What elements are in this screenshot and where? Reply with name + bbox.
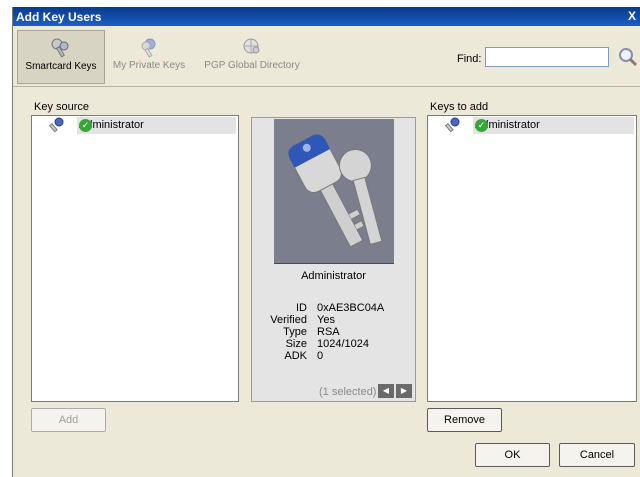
next-arrow-icon[interactable]: ▶	[396, 384, 412, 398]
tab-my-private-keys[interactable]: My Private Keys	[109, 30, 189, 82]
tab-label: PGP Global Directory	[204, 60, 300, 71]
tab-label: Smartcard Keys	[25, 61, 97, 72]
property-row: ADK 0	[284, 350, 324, 362]
key-preview-panel: Administrator ID 0xAE3BC04A Verified Yes T…	[251, 117, 416, 402]
close-button[interactable]: X	[625, 9, 639, 23]
preview-key-name: Administrator	[301, 270, 366, 282]
key-properties: ID 0xAE3BC04A Verified Yes Type RSA Size 102…	[252, 302, 415, 362]
selection-count: (1 selected)	[319, 386, 377, 398]
window-title: Add Key Users	[16, 10, 102, 24]
remove-button[interactable]: Remove	[427, 408, 502, 432]
cancel-button[interactable]: Cancel	[559, 443, 635, 467]
keys-to-add-list[interactable]: Administrator ✓	[427, 115, 637, 402]
property-row: Size 1024/1024	[285, 338, 369, 350]
key-source-label: Key source	[34, 101, 90, 113]
key-icon	[49, 117, 64, 133]
keys-to-add-label: Keys to add	[430, 101, 489, 113]
toolbar: Smartcard Keys My Private Keys PGP Globa…	[13, 26, 640, 87]
search-icon[interactable]	[617, 46, 639, 68]
key-source-list[interactable]: Administrator ✓	[31, 115, 239, 402]
key-image	[274, 119, 394, 264]
tab-smartcard-keys[interactable]: Smartcard Keys	[17, 30, 105, 84]
verified-check-icon: ✓	[79, 119, 92, 132]
add-button[interactable]: Add	[31, 408, 106, 432]
previous-arrow-icon[interactable]: ◀	[378, 384, 394, 398]
verified-check-icon: ✓	[475, 119, 488, 132]
list-item[interactable]: Administrator ✓	[32, 117, 238, 134]
find-input[interactable]	[485, 47, 609, 67]
global-directory-icon	[243, 38, 260, 54]
key-icon	[445, 117, 460, 133]
title-bar: Add Key Users X	[13, 7, 640, 26]
list-item-highlight: Administrator ✓	[473, 117, 634, 134]
tab-label: My Private Keys	[112, 60, 186, 71]
tab-pgp-global-directory[interactable]: PGP Global Directory	[197, 30, 307, 82]
list-item-highlight: Administrator ✓	[77, 117, 236, 134]
add-key-users-dialog: Add Key Users X Smartcard Keys My Privat…	[12, 7, 640, 477]
list-item[interactable]: Administrator ✓	[428, 117, 636, 134]
property-row: ID 0xAE3BC04A	[296, 302, 385, 314]
property-row: Type RSA	[283, 326, 340, 338]
smartcard-keys-icon	[51, 38, 69, 58]
property-row: Verified Yes	[270, 314, 335, 326]
ok-button[interactable]: OK	[475, 443, 550, 467]
private-keys-icon	[141, 38, 156, 58]
find-label: Find:	[457, 53, 482, 65]
